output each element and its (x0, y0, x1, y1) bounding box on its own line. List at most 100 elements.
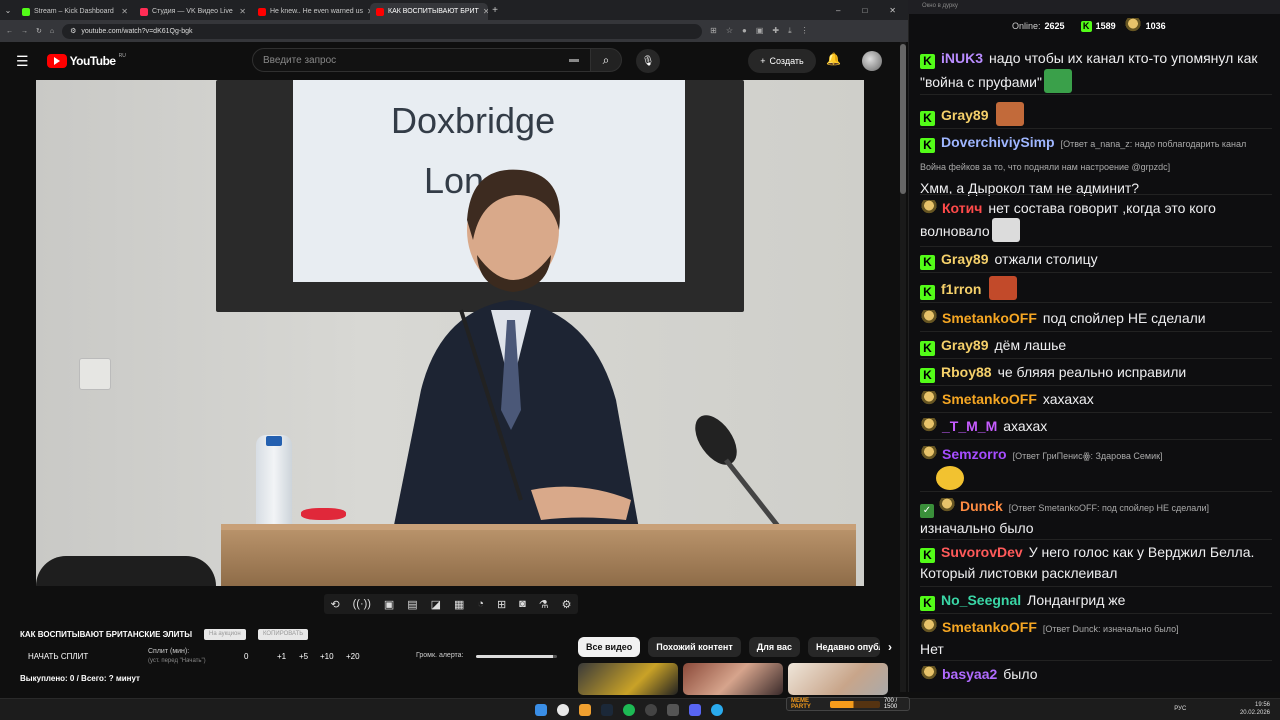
chat-username[interactable]: Котич (942, 200, 982, 216)
avatar[interactable] (862, 51, 882, 71)
camera-icon[interactable]: ◙ (519, 598, 526, 610)
browser-tab-kick[interactable]: Stream – Kick Dashboard ✕ (16, 3, 134, 20)
microphone (695, 415, 783, 532)
page-scrollbar-thumb[interactable] (900, 44, 906, 194)
browser-tab-youtube-1[interactable]: He knew.. He even warned us✕ (252, 3, 370, 20)
youtube-icon (376, 7, 384, 16)
download-icon[interactable]: ⤓ (788, 26, 792, 36)
flask-icon[interactable]: ⚗ (539, 598, 549, 611)
search-button[interactable]: ⌕ (590, 48, 622, 72)
start-split-button[interactable]: НАЧАТЬ СПЛИТ (28, 652, 88, 661)
extension-icon[interactable]: ● (742, 26, 747, 36)
forward-icon[interactable]: → (21, 28, 28, 35)
chevron-right-icon[interactable]: › (888, 640, 892, 654)
url-field[interactable]: ⚙ youtube.com/watch?v=dK61Qg-bgk (62, 23, 703, 39)
gear-icon[interactable]: ⚙ (562, 598, 572, 611)
chat-username[interactable]: basyaa2 (942, 666, 997, 682)
new-tab-icon[interactable]: + (488, 5, 502, 16)
menu-icon[interactable]: ⋮ (801, 26, 809, 36)
video-thumbnail[interactable] (578, 663, 678, 695)
chat-username[interactable]: Dunck (960, 498, 1003, 514)
add-clip-icon[interactable]: ⊞ (497, 598, 506, 611)
screenshot-icon[interactable]: ▣ (384, 598, 394, 611)
divider (920, 491, 1272, 492)
chat-username[interactable]: DoverchiviySimp (941, 134, 1055, 150)
chrome-icon[interactable] (557, 704, 569, 716)
language-indicator[interactable]: РУС (1174, 705, 1186, 713)
chat-username[interactable]: iNUK3 (941, 50, 983, 66)
close-icon[interactable]: ✕ (121, 7, 128, 16)
chat-username[interactable]: Gray89 (941, 107, 988, 123)
hamburger-menu-icon[interactable]: ☰ (16, 53, 29, 70)
maximize-icon[interactable]: □ (862, 6, 867, 15)
voice-search-button[interactable]: 🎙 (636, 49, 660, 73)
filter-chip-recent[interactable]: Недавно опубл (808, 637, 881, 657)
speed-icon[interactable]: ◔ (477, 598, 484, 610)
close-window-icon[interactable]: ✕ (889, 6, 896, 15)
chat-username[interactable]: Rboy88 (941, 364, 992, 380)
filter-chip-all[interactable]: Все видео (578, 637, 641, 657)
filter-chip-for-you[interactable]: Для вас (748, 637, 801, 657)
app-icon[interactable] (667, 704, 679, 716)
notifications-bell-icon[interactable]: 🔔 (826, 52, 841, 66)
close-icon[interactable]: ✕ (239, 7, 246, 16)
pilot-badge-icon (920, 418, 938, 434)
telegram-icon[interactable] (711, 704, 723, 716)
chat-username[interactable]: SmetankoOFF (942, 310, 1037, 326)
loop-icon[interactable]: ⟲ (330, 598, 339, 611)
split-plus5-button[interactable]: +5 (299, 652, 308, 661)
reload-icon[interactable]: ↻ (36, 27, 42, 35)
youtube-logo[interactable]: YouTube RU (46, 53, 126, 68)
copy-button[interactable]: КОПИРОВАТЬ (258, 629, 309, 640)
video-thumbnail[interactable] (683, 663, 783, 695)
create-button[interactable]: + Создать (748, 49, 816, 73)
home-icon[interactable]: ⌂ (50, 28, 54, 35)
split-plus1-button[interactable]: +1 (277, 652, 286, 661)
search-input[interactable]: Введите запрос ▬ (252, 48, 594, 72)
chat-username[interactable]: No_Seegnal (941, 592, 1021, 608)
back-icon[interactable]: ← (6, 28, 13, 35)
video-player[interactable]: Doxbridge Lon (36, 80, 864, 586)
cat-emote-icon (991, 218, 1020, 242)
keyboard-icon[interactable]: ▬ (569, 54, 579, 65)
clock[interactable]: 19:56 20.02.2026 (1240, 701, 1270, 717)
alert-volume-slider[interactable] (476, 655, 557, 658)
minimize-icon[interactable]: – (836, 6, 840, 15)
extension-icon[interactable]: ▣ (756, 26, 764, 36)
video-thumbnail[interactable] (788, 663, 888, 695)
site-info-icon[interactable]: ⚙ (70, 27, 76, 35)
chat-username[interactable]: Gray89 (941, 251, 988, 267)
clapper-icon[interactable]: ▤ (407, 598, 417, 611)
auction-button[interactable]: На аукцион (204, 629, 246, 640)
subtitles-icon[interactable]: ▦ (454, 598, 464, 611)
translate-icon[interactable]: ⊞ (710, 26, 717, 36)
chat-username[interactable]: SmetankoOFF (942, 619, 1037, 635)
steam-icon[interactable] (601, 704, 613, 716)
windows-start-icon[interactable] (535, 704, 547, 716)
chat-text: изначально было (920, 520, 1034, 536)
filter-chip-similar[interactable]: Похожий контент (648, 637, 741, 657)
tab-search-icon[interactable]: ⌄ (0, 6, 16, 15)
broadcast-icon[interactable]: ((·)) (353, 598, 371, 610)
address-bar: ← → ↻ ⌂ ⚙ youtube.com/watch?v=dK61Qg-bgk … (0, 20, 908, 42)
discord-icon[interactable] (689, 704, 701, 716)
close-icon[interactable]: ✕ (483, 7, 488, 16)
split-plus20-button[interactable]: +20 (346, 652, 360, 661)
obs-icon[interactable] (645, 704, 657, 716)
chat-username[interactable]: Gray89 (941, 337, 988, 353)
browser-tab-vk[interactable]: Студия — VK Видео Live ✕ (134, 3, 252, 20)
puzzle-icon[interactable]: ✚ (772, 26, 779, 36)
spotify-icon[interactable] (623, 704, 635, 716)
star-icon[interactable]: ☆ (726, 26, 733, 36)
chat-username[interactable]: f1rron (941, 281, 981, 297)
explorer-icon[interactable] (579, 704, 591, 716)
chat-username[interactable]: SuvorovDev (941, 544, 1023, 560)
chat-username[interactable]: SmetankoOFF (942, 391, 1037, 407)
clock-date: 20.02.2026 (1239, 710, 1270, 716)
pip-icon[interactable]: ◪ (431, 598, 441, 611)
chat-username[interactable]: _T_M_M (942, 418, 997, 434)
chat-username[interactable]: Semzorro (942, 446, 1007, 462)
video-title: КАК ВОСПИТЫВАЮТ БРИТАНСКИЕ ЭЛИТЫ (20, 630, 193, 639)
browser-tab-youtube-active[interactable]: КАК ВОСПИТЫВАЮТ БРИТ ✕ (370, 3, 488, 20)
split-plus10-button[interactable]: +10 (320, 652, 334, 661)
